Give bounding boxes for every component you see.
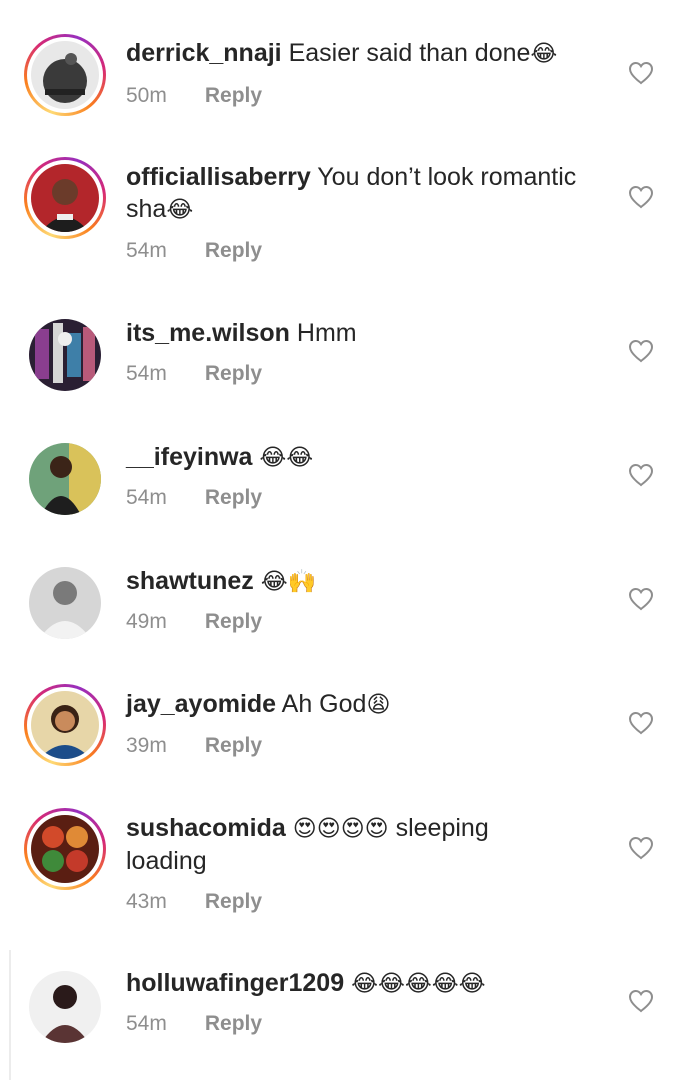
comment-emoji: 😂😂😂😂😂 xyxy=(351,971,486,997)
avatar-container[interactable] xyxy=(24,314,106,396)
heart-outline-icon[interactable] xyxy=(628,463,654,487)
comment-time: 54m xyxy=(126,239,167,262)
comment-meta: 54m Reply xyxy=(126,362,262,386)
avatar-story-ring[interactable] xyxy=(24,808,106,890)
avatar xyxy=(31,41,99,109)
avatar xyxy=(29,319,101,391)
comment-username[interactable]: derrick_nnaji xyxy=(126,39,282,67)
comment-emoji: 😂 xyxy=(166,197,194,223)
comment-text: __ifeyinwa 😂😂 xyxy=(126,441,616,474)
heart-outline-icon[interactable] xyxy=(628,836,654,860)
comment-emoji: 😩 xyxy=(366,692,391,718)
comment-text: shawtunez 😂🙌 xyxy=(126,565,616,598)
comment-username[interactable]: shawtunez xyxy=(126,567,254,595)
comment-emoji: 😍😍😍😍 xyxy=(292,816,389,842)
heart-outline-icon[interactable] xyxy=(628,339,654,363)
comment-meta: 39m Reply xyxy=(126,734,262,758)
comment-text: holluwafinger1209 😂😂😂😂😂 xyxy=(126,967,616,1000)
comment-meta: 54m Reply xyxy=(126,239,262,263)
comment-time: 54m xyxy=(126,486,167,509)
reply-button[interactable]: Reply xyxy=(205,239,262,263)
comment-text: derrick_nnaji Easier said than done😂 xyxy=(126,37,616,70)
comment-emoji: 😂😂 xyxy=(259,445,314,471)
comment-text: its_me.wilson Hmm xyxy=(126,317,616,349)
avatar-container[interactable] xyxy=(24,562,106,644)
comment-time: 54m xyxy=(126,362,167,385)
comment-meta: 54m Reply xyxy=(126,1012,262,1036)
comment-time: 39m xyxy=(126,734,167,757)
avatar-story-ring[interactable] xyxy=(24,34,106,116)
reply-button[interactable]: Reply xyxy=(205,486,262,510)
comment-emoji: 😂🙌 xyxy=(260,569,317,595)
comment-username[interactable]: officiallisaberry xyxy=(126,163,311,191)
comment-username[interactable]: jay_ayomide xyxy=(126,690,276,718)
heart-outline-icon[interactable] xyxy=(628,185,654,209)
comment-body: Ah God xyxy=(276,690,367,718)
reply-button[interactable]: Reply xyxy=(205,734,262,758)
comment-meta: 54m Reply xyxy=(126,486,262,510)
comment-body: Hmm xyxy=(289,319,357,347)
reply-button[interactable]: Reply xyxy=(205,610,262,634)
avatar xyxy=(31,815,99,883)
comment-meta: 43m Reply xyxy=(126,890,262,914)
avatar-container[interactable] xyxy=(24,438,106,520)
comment-text: jay_ayomide Ah God😩 xyxy=(126,688,616,721)
avatar xyxy=(29,567,101,639)
avatar xyxy=(29,971,101,1043)
avatar-story-ring[interactable] xyxy=(24,157,106,239)
comment-username[interactable]: sushacomida xyxy=(126,814,286,842)
comment-text: officiallisaberry You don’t look romanti… xyxy=(126,161,616,226)
reply-button[interactable]: Reply xyxy=(205,1012,262,1036)
avatar xyxy=(31,164,99,232)
comment-body xyxy=(254,567,261,595)
comment-time: 43m xyxy=(126,890,167,913)
comment-username[interactable]: __ifeyinwa xyxy=(126,443,252,471)
comment-meta: 50m Reply xyxy=(126,84,262,108)
avatar xyxy=(31,691,99,759)
side-divider xyxy=(9,950,11,1080)
heart-outline-icon[interactable] xyxy=(628,61,654,85)
avatar-story-ring[interactable] xyxy=(24,684,106,766)
comment-username[interactable]: its_me.wilson xyxy=(126,319,290,347)
comment-username[interactable]: holluwafinger1209 xyxy=(126,969,344,997)
comment-time: 50m xyxy=(126,84,167,107)
comment-body xyxy=(286,814,293,842)
avatar-container[interactable] xyxy=(24,966,106,1048)
heart-outline-icon[interactable] xyxy=(628,587,654,611)
avatar xyxy=(29,443,101,515)
reply-button[interactable]: Reply xyxy=(205,890,262,914)
comment-meta: 49m Reply xyxy=(126,610,262,634)
comment-emoji: 😂 xyxy=(530,41,558,67)
reply-button[interactable]: Reply xyxy=(205,362,262,386)
reply-button[interactable]: Reply xyxy=(205,84,262,108)
heart-outline-icon[interactable] xyxy=(628,989,654,1013)
comment-text: sushacomida 😍😍😍😍 sleeping loading xyxy=(126,812,566,877)
comment-body: Easier said than done xyxy=(281,39,531,67)
comment-time: 54m xyxy=(126,1012,167,1035)
comment-time: 49m xyxy=(126,610,167,633)
heart-outline-icon[interactable] xyxy=(628,711,654,735)
